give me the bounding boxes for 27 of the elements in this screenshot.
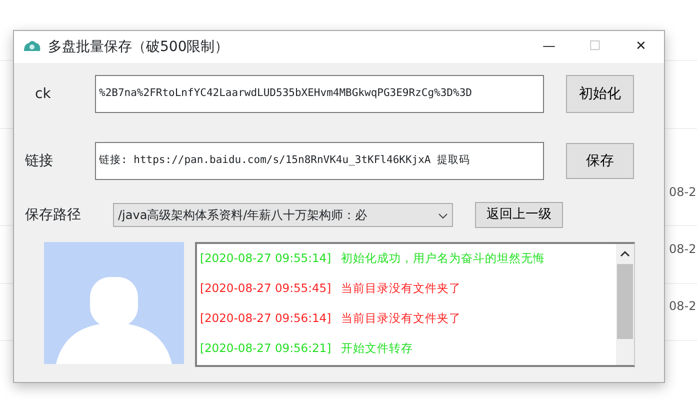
field-label: 链接 [25, 152, 53, 168]
action-button[interactable]: 初始化 [566, 75, 634, 113]
log-message: 当前目录没有文件夹了 [341, 311, 462, 325]
field-label: ck [35, 86, 51, 102]
close-button[interactable]: ✕ [618, 31, 664, 63]
date-text: 08-2 [669, 184, 696, 201]
log-time: [2020-08-27 09:56:21] [200, 341, 332, 355]
window-title: 多盘批量保存（破500限制） [48, 38, 230, 56]
log-time: [2020-08-27 09:55:45] [200, 281, 332, 295]
log-time: [2020-08-27 09:55:14] [200, 251, 332, 265]
log-message: 当前目录没有文件夹了 [341, 281, 462, 295]
date-text: 08-2 [669, 241, 696, 258]
log-message: 初始化成功，用户名为奋斗的坦然无悔 [341, 251, 546, 265]
log-message: 开始文件转存 [341, 341, 414, 355]
action-button[interactable]: 保存 [566, 143, 634, 179]
field-label: 保存路径 [25, 206, 81, 222]
dropdown-value: /java高级架构体系资料/年薪八十万架构师：必 [118, 207, 368, 224]
chevron-down-icon [438, 212, 448, 219]
scrollbar-thumb[interactable] [617, 264, 633, 339]
text-field[interactable]: %2B7na%2FRtoLnfYC42LaarwdLUD535bXEHvm4MBGkwqPG3E9RzCg%3D%3D [95, 75, 544, 113]
back-button[interactable]: 返回上一级 [475, 202, 563, 228]
path-dropdown[interactable]: /java高级架构体系资料/年薪八十万架构师：必 [113, 203, 453, 227]
date-text: 08-2 [669, 298, 696, 315]
text-field[interactable]: 链接: https://pan.baidu.com/s/15n8RnVK4u_3tKFl46KKjxA 提取码 [95, 142, 544, 180]
scroll-up-icon[interactable] [620, 250, 630, 258]
log-time: [2020-08-27 09:56:14] [200, 311, 332, 325]
minimize-button[interactable]: — [526, 31, 572, 63]
